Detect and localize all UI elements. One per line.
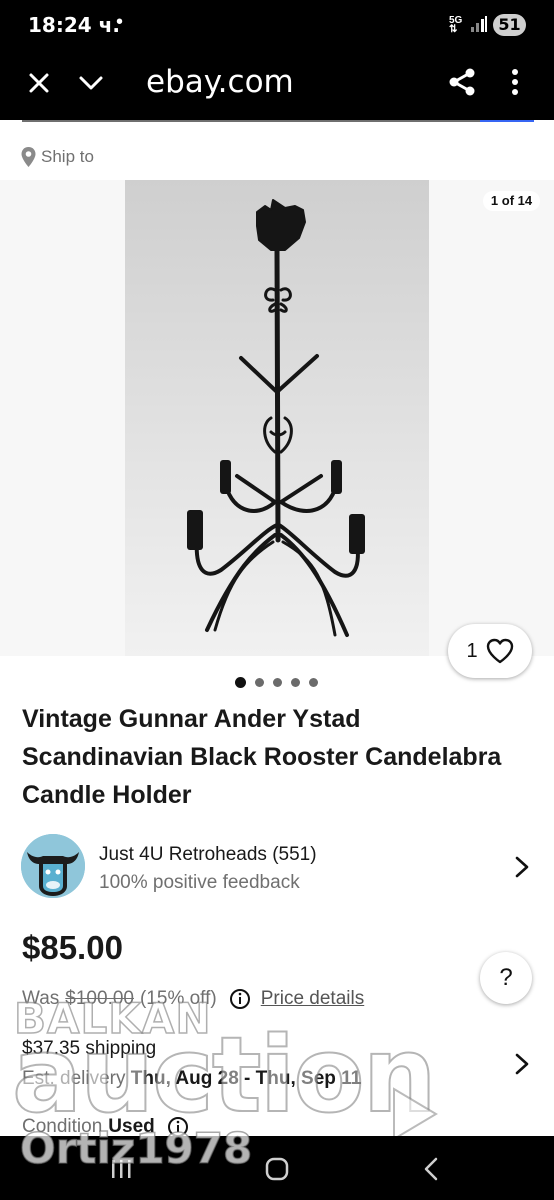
signal-icon: [471, 16, 487, 32]
status-bar: 18:24 ч. • 5G ⇅ 51: [0, 0, 554, 50]
chevron-down-icon[interactable]: [76, 68, 106, 98]
gallery-dot[interactable]: [309, 678, 318, 687]
seller-avatar[interactable]: [21, 834, 85, 898]
help-button[interactable]: ?: [480, 952, 532, 1004]
item-title: Vintage Gunnar Ander Ystad Scandinavian …: [22, 705, 502, 809]
seller-feedback: 100% positive feedback: [99, 872, 300, 893]
status-time: 18:24 ч.: [28, 13, 120, 37]
gallery-dot[interactable]: [291, 678, 300, 687]
info-icon[interactable]: [229, 988, 251, 1010]
share-icon[interactable]: [446, 66, 478, 98]
watermark-user: Ortiz1978: [19, 1123, 253, 1174]
gallery-dot[interactable]: [273, 678, 282, 687]
gallery-dot[interactable]: [235, 677, 246, 688]
watermark-play-icon: [393, 1087, 438, 1141]
browser-toolbar: ebay.com: [0, 50, 554, 120]
chevron-right-icon[interactable]: [512, 855, 532, 879]
bull-logo-icon: [21, 834, 85, 898]
ship-to-label: Ship to: [41, 147, 94, 166]
watch-count: 1: [466, 639, 478, 662]
location-pin-icon: [21, 147, 36, 167]
home-icon[interactable]: [264, 1156, 290, 1182]
candelabra-image: [187, 199, 365, 637]
network-5g-icon: 5G ⇅: [449, 15, 463, 35]
search-field-accent: [480, 120, 534, 122]
item-price: $85.00: [22, 929, 123, 966]
image-gallery[interactable]: 1 of 14: [0, 180, 554, 656]
gallery-dot[interactable]: [255, 678, 264, 687]
watch-button[interactable]: 1: [448, 624, 532, 678]
back-icon[interactable]: [420, 1156, 442, 1182]
price-details-link[interactable]: Price details: [261, 988, 365, 1010]
product-photo[interactable]: [125, 180, 429, 656]
image-counter: 1 of 14: [483, 191, 540, 211]
seller-name[interactable]: Just 4U Retroheads (551): [99, 844, 317, 866]
ship-to-link[interactable]: Ship to: [20, 146, 94, 168]
watermark-auction: auction: [11, 1013, 438, 1137]
more-options-icon[interactable]: [503, 66, 527, 98]
heart-icon: [486, 638, 513, 664]
battery-indicator: 51: [493, 14, 526, 36]
gallery-dots: [235, 677, 318, 688]
notification-dot: •: [116, 11, 124, 33]
close-icon[interactable]: [24, 68, 54, 98]
url-text[interactable]: ebay.com: [146, 64, 294, 100]
chevron-right-icon[interactable]: [512, 1052, 532, 1076]
search-field-underline: [22, 120, 534, 122]
